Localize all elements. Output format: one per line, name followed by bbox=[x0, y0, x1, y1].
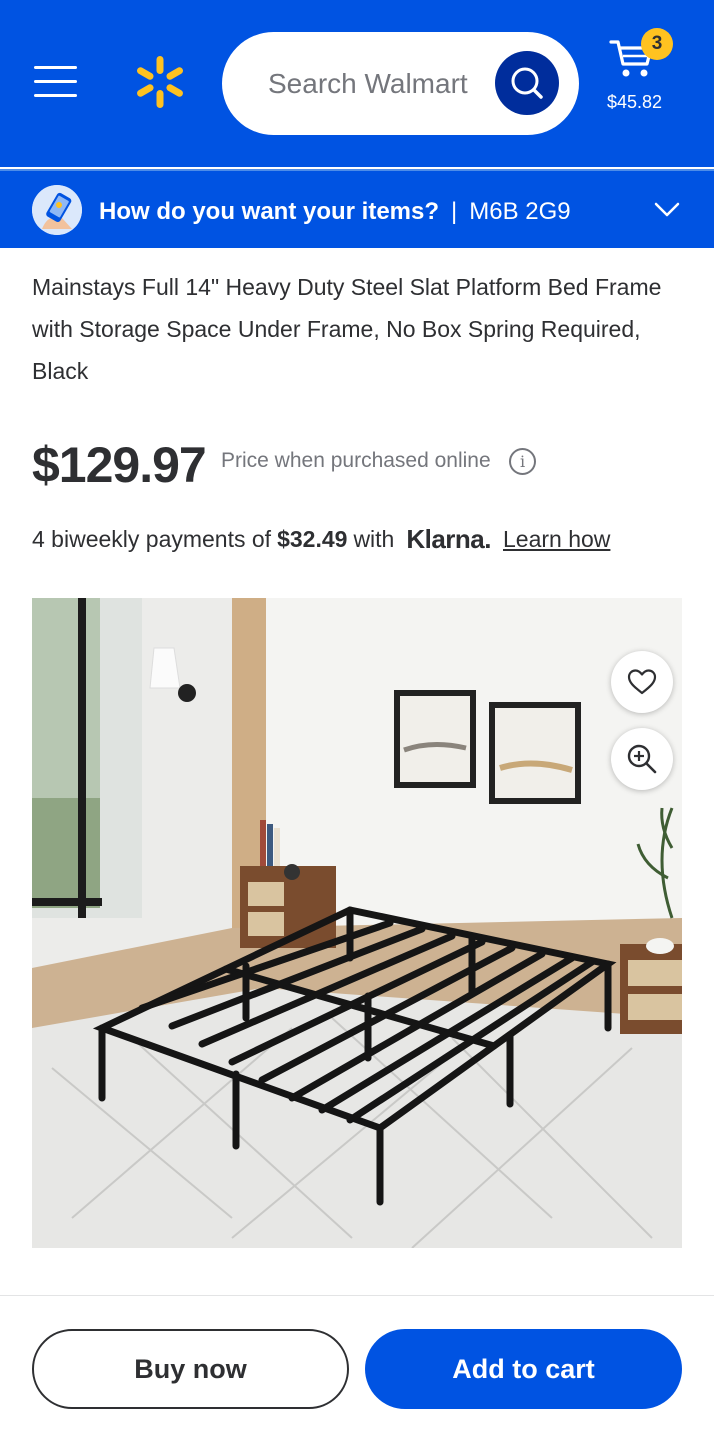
cart-total: $45.82 bbox=[607, 92, 663, 112]
product-image[interactable] bbox=[32, 598, 682, 1248]
delivery-selector[interactable]: How do you want your items? | M6B 2G9 bbox=[0, 169, 714, 248]
search-button[interactable] bbox=[495, 51, 559, 115]
cart-button[interactable]: 3 $45.82 bbox=[604, 28, 674, 118]
payments-prefix: 4 biweekly payments of bbox=[32, 526, 272, 552]
delivery-separator: | bbox=[451, 198, 458, 225]
search-input[interactable] bbox=[268, 64, 498, 104]
postal-code: M6B 2G9 bbox=[469, 198, 571, 225]
info-icon[interactable]: i bbox=[509, 448, 536, 475]
walmart-spark-logo[interactable] bbox=[132, 54, 188, 110]
delivery-prompt: How do you want your items? bbox=[99, 198, 440, 225]
add-to-cart-button[interactable]: Add to cart bbox=[365, 1329, 682, 1409]
heart-icon bbox=[627, 669, 657, 695]
bottom-action-bar: Buy now Add to cart bbox=[0, 1295, 714, 1440]
favorite-button[interactable] bbox=[611, 651, 673, 713]
learn-how-link[interactable]: Learn how bbox=[503, 526, 610, 553]
payment-amount: $32.49 bbox=[277, 526, 348, 552]
zoom-in-icon bbox=[627, 744, 657, 774]
cart-count-badge: 3 bbox=[641, 28, 673, 60]
top-header: 3 $45.82 bbox=[0, 0, 714, 167]
klarna-logo: Klarna. bbox=[406, 524, 491, 554]
product-title: Mainstays Full 14" Heavy Duty Steel Slat… bbox=[32, 274, 662, 384]
hamburger-menu-icon[interactable] bbox=[34, 66, 78, 102]
payments-with: with bbox=[353, 526, 395, 552]
delivery-text: How do you want your items? | M6B 2G9 bbox=[99, 198, 571, 226]
product-price: $129.97 bbox=[32, 437, 207, 493]
search-bar bbox=[222, 32, 579, 135]
klarna-payment-row: 4 biweekly payments of $32.49 with Klarn… bbox=[32, 524, 610, 555]
price-note: Price when purchased online bbox=[221, 449, 491, 472]
search-icon bbox=[511, 67, 543, 99]
zoom-button[interactable] bbox=[611, 728, 673, 790]
buy-now-button[interactable]: Buy now bbox=[32, 1329, 349, 1409]
delivery-phone-icon bbox=[32, 185, 82, 235]
chevron-down-icon bbox=[654, 202, 680, 217]
